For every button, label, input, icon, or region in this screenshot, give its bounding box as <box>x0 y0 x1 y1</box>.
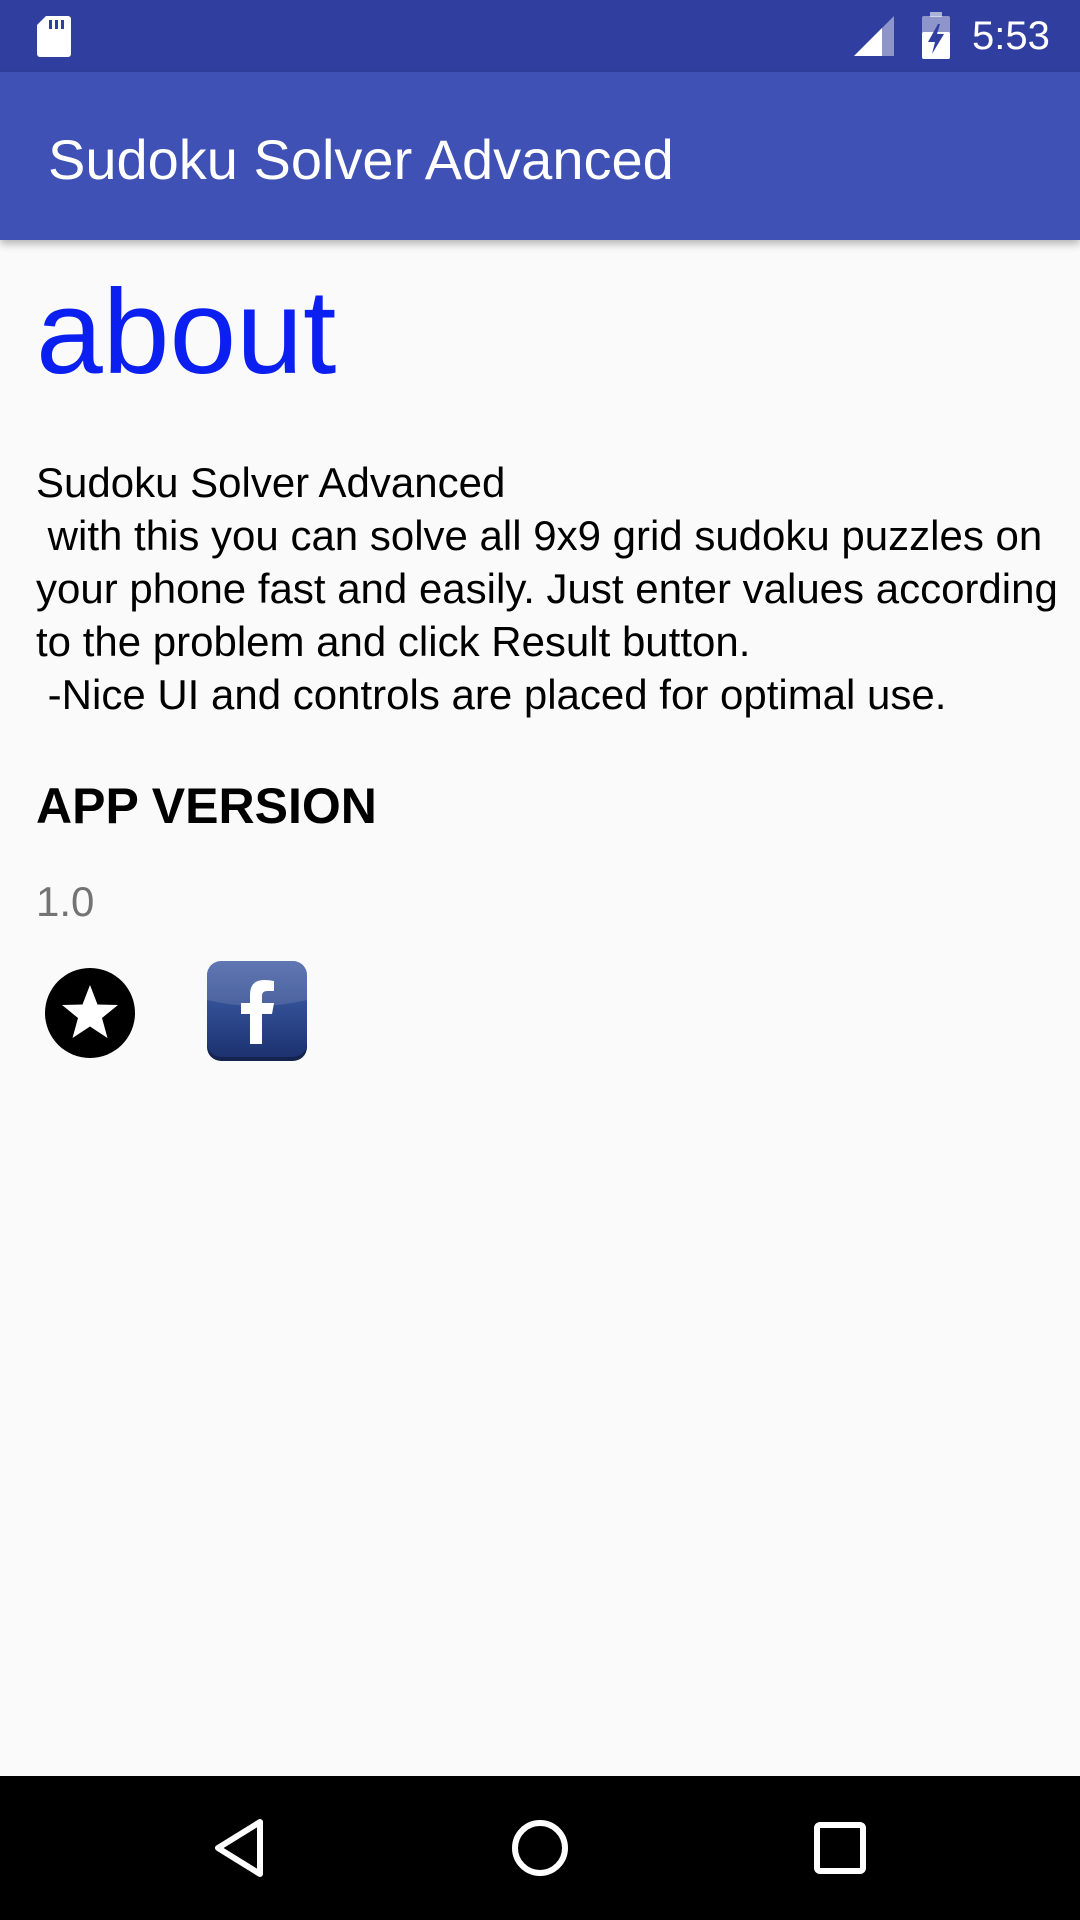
navigation-bar <box>0 1776 1080 1920</box>
back-button[interactable] <box>192 1800 288 1896</box>
status-time: 5:53 <box>972 14 1050 58</box>
home-button[interactable] <box>492 1800 588 1896</box>
sd-card-icon <box>36 14 72 58</box>
signal-icon <box>852 14 896 58</box>
app-version-title: APP VERSION <box>36 778 377 834</box>
app-version-value: 1.0 <box>36 878 95 925</box>
app-description: Sudoku Solver Advanced with this you can… <box>36 459 1058 718</box>
about-screen: 5:53 Sudoku Solver Advanced about Sudoku… <box>0 0 1080 1920</box>
facebook-button[interactable] <box>206 960 308 1062</box>
app-title: Sudoku Solver Advanced <box>48 128 674 191</box>
app-bar: Sudoku Solver Advanced <box>0 72 1080 240</box>
facebook-icon <box>206 961 308 1066</box>
rate-app-button[interactable] <box>44 967 136 1059</box>
page-heading: about <box>36 265 337 399</box>
recents-button[interactable] <box>792 1800 888 1896</box>
star-rate-icon <box>44 968 136 1063</box>
recents-icon <box>792 1822 888 1900</box>
battery-charging-icon <box>920 12 952 60</box>
back-icon <box>192 1819 288 1900</box>
status-bar: 5:53 <box>0 0 1080 72</box>
home-icon <box>492 1820 588 1900</box>
